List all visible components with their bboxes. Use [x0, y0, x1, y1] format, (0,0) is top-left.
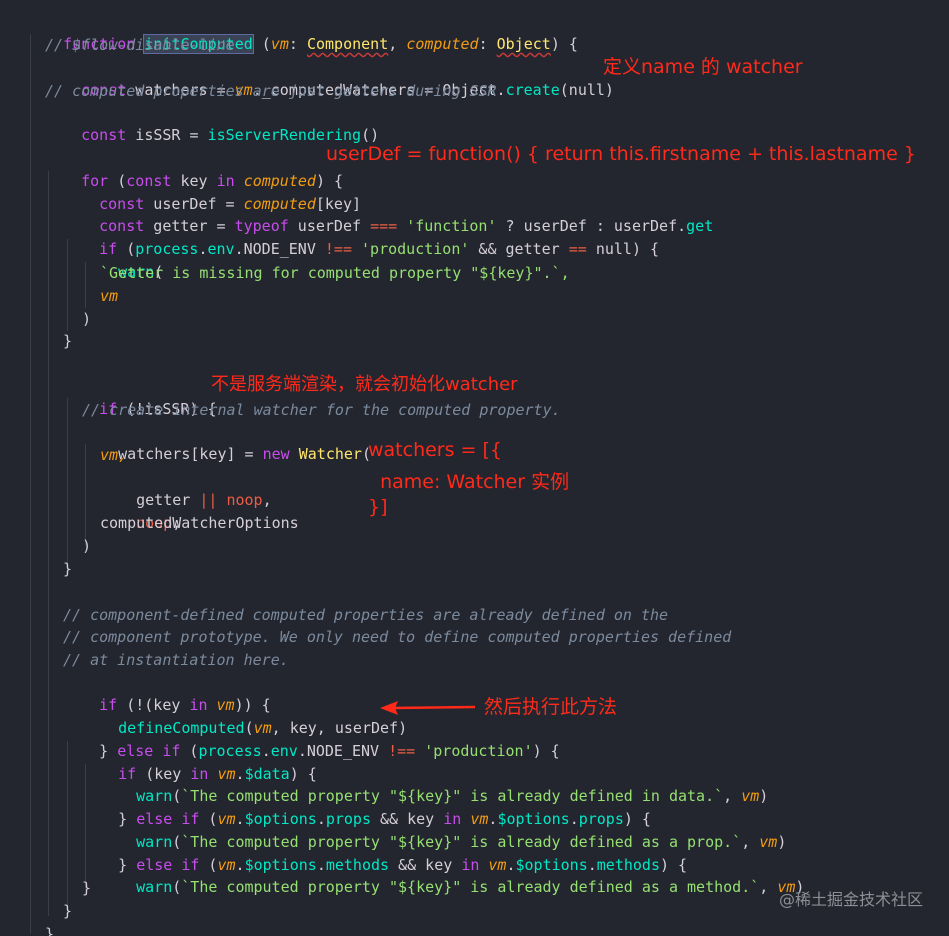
code-line-2[interactable]: // $flow-disable-line [45, 34, 235, 56]
code-line-15[interactable]: } [63, 330, 72, 352]
code-line-34[interactable]: warn(`The computed property "${key}" is … [100, 763, 768, 805]
code-line-31[interactable]: defineComputed(vm, key, userDef) [82, 695, 407, 737]
code-line-32[interactable]: } else if (process.env.NODE_ENV !== 'pro… [63, 718, 560, 760]
code-line-36[interactable]: warn(`The computed property "${key}" is … [100, 809, 786, 851]
code-line-17[interactable]: if (!isSSR) { [63, 376, 216, 418]
annotation-userdef: userDef = function() { return this.first… [326, 143, 916, 165]
annotation-watchers-array-2: name: Watcher 实例 [368, 471, 570, 493]
code-line-28[interactable]: // component prototype. We only need to … [63, 626, 731, 648]
code-line-22[interactable]: noop, [100, 490, 181, 532]
code-line-29[interactable]: // at instantiation here. [63, 649, 289, 671]
token-param: vm [270, 35, 289, 53]
code-line-10[interactable]: if (process.env.NODE_ENV !== 'production… [63, 216, 659, 258]
code-line-18[interactable]: // create internal watcher for the compu… [82, 399, 561, 421]
watermark: @稀土掘金技术社区 [778, 890, 923, 909]
code-line-24[interactable]: ) [82, 535, 91, 557]
code-line-14[interactable]: ) [82, 308, 91, 330]
code-line-38[interactable]: warn(`The computed property "${key}" is … [100, 854, 804, 896]
code-line-30[interactable]: if (!(key in vm)) { [63, 672, 271, 714]
code-line-19[interactable]: watchers[key] = new Watcher( [82, 421, 371, 463]
code-line-41[interactable]: } [45, 923, 54, 936]
code-line-27[interactable]: // component-defined computed properties… [63, 604, 668, 626]
code-line-9[interactable]: const getter = typeof userDef === 'funct… [63, 193, 713, 235]
code-line-4[interactable]: // computed properties are just getters … [45, 80, 497, 102]
indent-guide [30, 34, 31, 934]
arrow-left-icon [380, 701, 475, 715]
code-line-3[interactable]: const watchers = vm._computedWatchers = … [45, 57, 614, 99]
code-line-39[interactable]: } [82, 877, 91, 899]
code-line-33[interactable]: if (key in vm.$data) { [82, 741, 317, 783]
annotation-define-watcher: 定义name 的 watcher [603, 56, 803, 78]
code-line-35[interactable]: } else if (vm.$options.props && key in v… [82, 786, 651, 828]
code-line-5[interactable]: const isSSR = isServerRendering() [45, 102, 379, 144]
token-type: Component [306, 35, 389, 53]
code-line-40[interactable]: } [63, 900, 72, 922]
code-line-25[interactable]: } [63, 558, 72, 580]
code-line-20[interactable]: vm, [100, 444, 127, 466]
code-line-7[interactable]: for (const key in computed) { [45, 148, 343, 190]
token-param: computed [406, 35, 479, 53]
code-line-11[interactable]: warn( [82, 239, 163, 281]
code-line-1[interactable]: function initComputed (vm: Component, co… [27, 11, 578, 54]
code-line-21[interactable]: getter || noop, [100, 467, 271, 509]
annotation-not-ssr: 不是服务端渲染，就会初始化watcher [211, 374, 518, 395]
annotation-watchers-array-3: }] [368, 496, 388, 518]
code-line-37[interactable]: } else if (vm.$options.methods && key in… [82, 832, 687, 874]
annotation-then-execute: 然后执行此方法 [484, 696, 618, 718]
code-line-8[interactable]: const userDef = computed[key] [63, 171, 361, 213]
code-editor[interactable]: function initComputed (vm: Component, co… [0, 0, 949, 936]
code-line-13[interactable]: vm [100, 285, 118, 307]
indent-guide [48, 171, 49, 916]
token-type: Object [496, 35, 551, 53]
code-line-12[interactable]: `Getter is missing for computed property… [100, 262, 570, 284]
annotation-watchers-array-1: watchers = [{ [368, 439, 503, 461]
code-line-23[interactable]: computedWatcherOptions [100, 512, 299, 534]
